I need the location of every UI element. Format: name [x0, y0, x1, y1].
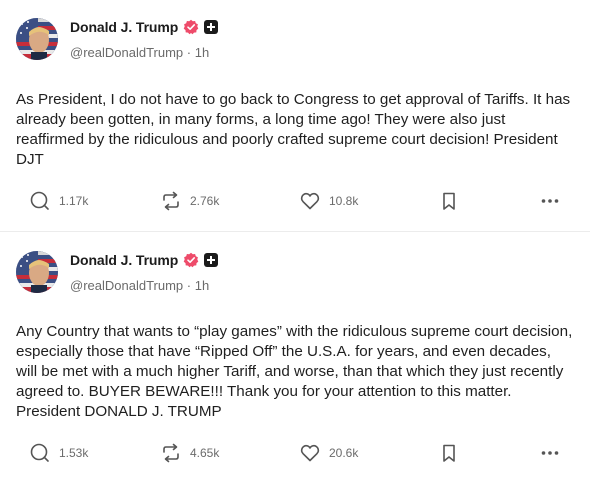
post[interactable]: Donald J. Trump @realDonaldTrump · 1h As…: [0, 0, 590, 232]
author-row: Donald J. Trump: [70, 252, 219, 268]
post[interactable]: Donald J. Trump @realDonaldTrump · 1h An…: [0, 233, 590, 484]
like-button[interactable]: 20.6k: [299, 441, 358, 465]
heart-icon: [300, 444, 320, 462]
more-options-button[interactable]: [539, 441, 561, 465]
reply-icon: [30, 191, 49, 210]
avatar-flag-image: [16, 18, 58, 60]
verified-badge-icon: [183, 19, 199, 35]
reply-icon: [30, 443, 49, 462]
bookmark-icon: [443, 444, 455, 462]
retruth-button[interactable]: 2.76k: [160, 189, 219, 213]
heart-icon: [300, 192, 320, 210]
author-row: Donald J. Trump: [70, 19, 219, 35]
avatar-flag-image: [16, 251, 58, 293]
more-options-button[interactable]: [539, 189, 561, 213]
post-actions: 1.17k 2.76k 10.8k: [0, 189, 590, 213]
retruth-icon: [163, 443, 179, 463]
post-text: As President, I do not have to go back t…: [16, 91, 571, 168]
bookmark-icon: [443, 192, 455, 210]
bookmark-button[interactable]: [438, 441, 460, 465]
author-handle[interactable]: @realDonaldTrump: [70, 45, 183, 60]
meta-separator: ·: [186, 45, 192, 60]
post-timestamp[interactable]: 1h: [195, 45, 209, 60]
reply-count: 1.53k: [59, 446, 89, 460]
more-icon: [541, 451, 559, 455]
reply-button[interactable]: 1.17k: [29, 189, 88, 213]
author-handle[interactable]: @realDonaldTrump: [70, 278, 183, 293]
author-meta: @realDonaldTrump · 1h: [70, 45, 209, 60]
reply-button[interactable]: 1.53k: [29, 441, 88, 465]
avatar[interactable]: [16, 251, 58, 293]
author-meta: @realDonaldTrump · 1h: [70, 278, 209, 293]
like-button[interactable]: 10.8k: [299, 189, 358, 213]
author-name[interactable]: Donald J. Trump: [70, 252, 178, 268]
retruth-count: 4.65k: [190, 446, 220, 460]
author-name[interactable]: Donald J. Trump: [70, 19, 178, 35]
meta-separator: ·: [186, 278, 192, 293]
plus-badge-icon: [204, 20, 219, 34]
post-actions: 1.53k 4.65k 20.6k: [0, 441, 590, 465]
post-text: Any Country that wants to “play games” w…: [16, 323, 573, 420]
more-icon: [541, 199, 559, 203]
retruth-button[interactable]: 4.65k: [160, 441, 219, 465]
retruth-icon: [163, 191, 179, 211]
like-count: 10.8k: [329, 194, 359, 208]
avatar[interactable]: [16, 18, 58, 60]
reply-count: 1.17k: [59, 194, 89, 208]
bookmark-button[interactable]: [438, 189, 460, 213]
feed: Donald J. Trump @realDonaldTrump · 1h As…: [0, 0, 590, 484]
retruth-count: 2.76k: [190, 194, 220, 208]
post-timestamp[interactable]: 1h: [195, 278, 209, 293]
like-count: 20.6k: [329, 446, 359, 460]
verified-badge-icon: [183, 252, 199, 268]
plus-badge-icon: [204, 253, 219, 267]
